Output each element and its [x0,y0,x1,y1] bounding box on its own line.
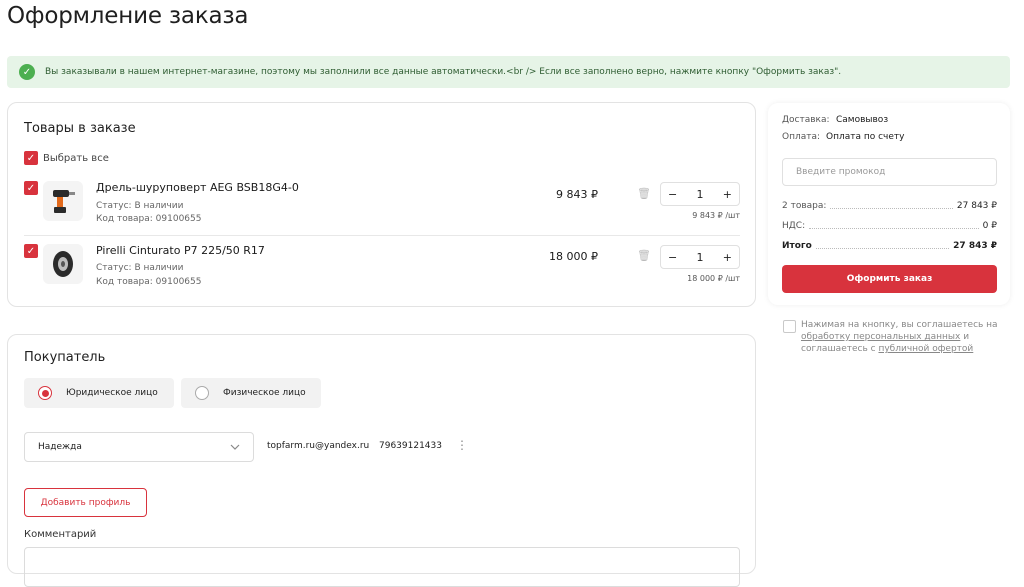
drill-icon [53,190,75,213]
product-price: 9 843 ₽ [556,188,598,201]
place-order-button[interactable]: Оформить заказ [782,265,997,293]
agreement-block: Нажимая на кнопку, вы соглашаетесь на об… [783,319,1003,355]
quantity-stepper[interactable]: − 1 + [660,182,740,206]
increase-button[interactable]: + [723,188,732,201]
product-code: Код товара: 09100655 [96,277,202,287]
goods-label: 2 товара: [782,201,827,211]
goods-row: 2 товара: 27 843 ₽ [782,201,997,211]
individual-label: Физическое лицо [223,388,306,398]
delivery-label: Доставка: [782,115,830,125]
goods-value: 27 843 ₽ [956,201,997,211]
promo-code-input[interactable]: Введите промокод [782,158,997,186]
item-checkbox[interactable]: ✓ [24,244,38,258]
cart-title: Товары в заказе [24,121,136,136]
comment-textarea[interactable] [24,547,740,587]
vat-value: 0 ₽ [982,221,997,231]
profile-select[interactable]: Надежда [24,432,254,462]
vat-label: НДС: [782,221,806,231]
total-row: Итого 27 843 ₽ [782,241,997,251]
total-label: Итого [782,241,812,251]
agreement-text: Нажимая на кнопку, вы соглашаетесь на [801,320,998,330]
divider [24,235,740,236]
decrease-button[interactable]: − [668,251,677,264]
buyer-title: Покупатель [24,350,106,365]
radio-individual[interactable]: Физическое лицо [181,378,321,408]
quantity-value[interactable]: 1 [697,188,704,201]
profile-phone: 79639121433 [379,441,442,451]
buyer-card: Покупатель Юридическое лицо Физическое л… [7,334,756,587]
comment-label: Комментарий [24,529,97,540]
product-image-drill[interactable] [43,181,83,221]
legal-entity-label: Юридическое лицо [66,388,158,398]
profile-email: topfarm.ru@yandex.ru [267,441,370,451]
product-image-tire[interactable] [43,244,83,284]
radio-selected-icon [38,386,52,400]
radio-unselected-icon [195,386,209,400]
vat-row: НДС: 0 ₽ [782,221,997,231]
product-price: 18 000 ₽ [549,250,598,263]
item-checkbox[interactable]: ✓ [24,181,38,195]
personal-data-link[interactable]: обработку персональных данных [801,332,960,342]
public-offer-link[interactable]: публичной офертой [878,344,973,354]
trash-icon[interactable]: 🗑 [637,187,651,200]
check-circle-icon: ✓ [19,64,35,80]
payment-value: Оплата по счету [826,132,905,142]
select-all-checkbox[interactable]: ✓ [24,151,38,165]
page-title: Оформление заказа [7,3,249,29]
quantity-stepper[interactable]: − 1 + [660,245,740,269]
delivery-value: Самовывоз [836,115,889,125]
alert-text: Вы заказывали в нашем интернет-магазине,… [45,67,842,77]
profile-value: Надежда [38,442,82,452]
select-all-label: Выбрать все [43,153,109,164]
trash-icon[interactable]: 🗑 [637,249,651,262]
more-options-icon[interactable]: ⋮ [456,438,468,452]
radio-legal-entity[interactable]: Юридическое лицо [24,378,174,408]
product-code: Код товара: 09100655 [96,214,202,224]
cart-card: Товары в заказе ✓ Выбрать все ✓ Дрель-шу… [7,102,756,307]
decrease-button[interactable]: − [668,188,677,201]
unit-price: 9 843 ₽ /шт [692,211,740,220]
chevron-down-icon [230,444,240,450]
increase-button[interactable]: + [723,251,732,264]
payment-label: Оплата: [782,132,821,142]
total-value: 27 843 ₽ [953,241,997,251]
order-summary: Доставка: Самовывоз Оплата: Оплата по сч… [768,103,1010,305]
unit-price: 18 000 ₽ /шт [687,274,740,283]
quantity-value[interactable]: 1 [697,251,704,264]
product-name[interactable]: Дрель-шуруповерт AEG BSB18G4-0 [96,181,299,194]
autofill-alert: ✓ Вы заказывали в нашем интернет-магазин… [7,56,1010,88]
add-profile-button[interactable]: Добавить профиль [24,488,147,517]
agreement-checkbox[interactable] [783,320,796,333]
tire-icon [53,251,73,277]
product-status: Статус: В наличии [96,263,184,273]
product-name[interactable]: Pirelli Cinturato P7 225/50 R17 [96,244,265,257]
product-status: Статус: В наличии [96,201,184,211]
